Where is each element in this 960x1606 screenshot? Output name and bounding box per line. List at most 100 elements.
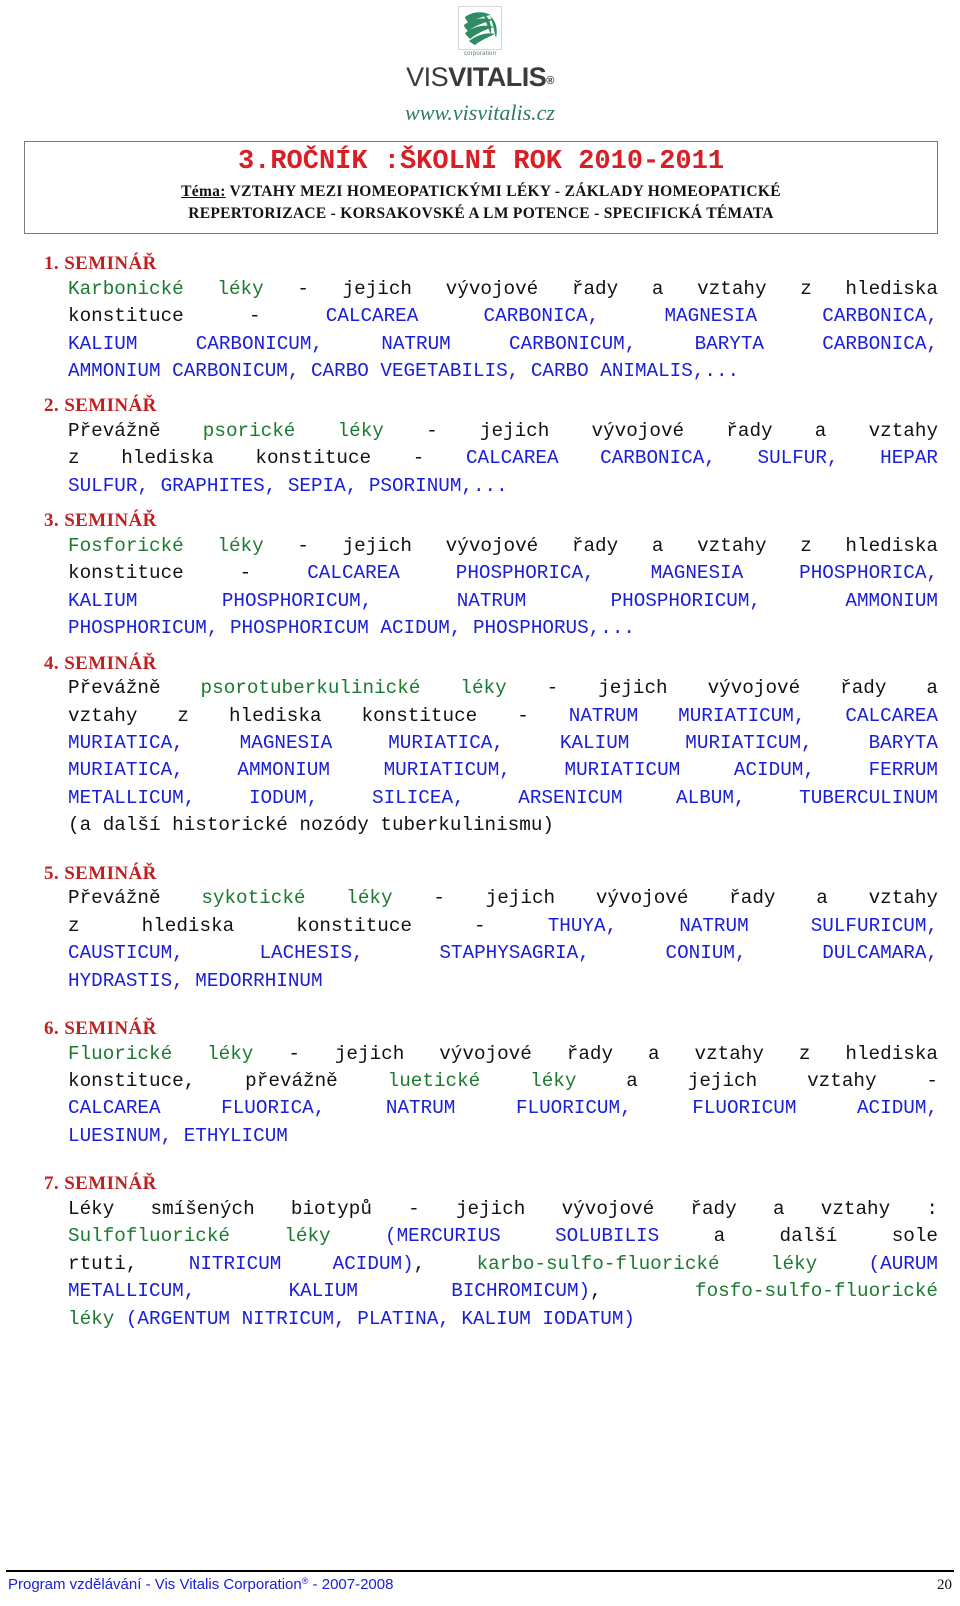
footer-copyright-text-2: - 2007-2008 bbox=[308, 1576, 394, 1593]
seminar-body: Léky smíšených biotypů - jejich vývojové… bbox=[0, 1196, 960, 1333]
seminar-text-line: konstituce - CALCAREA PHOSPHORICA, MAGNE… bbox=[68, 560, 938, 587]
registered-trademark-icon: ® bbox=[546, 75, 554, 87]
seminar-text-line: KALIUM PHOSPHORICUM, NATRUM PHOSPHORICUM… bbox=[68, 588, 938, 615]
seminar-text-line: CALCAREA FLUORICA, NATRUM FLUORICUM, FLU… bbox=[68, 1095, 938, 1122]
drug-class-term: Karbonické léky bbox=[68, 277, 264, 300]
logo-wordmark-vis: VIS bbox=[406, 62, 449, 92]
seminar-heading: 6. SEMINÁŘ bbox=[44, 1017, 157, 1039]
seminar-section: 3. SEMINÁŘ Fosforické léky - jejich vývoj… bbox=[0, 509, 960, 642]
seminar-text-line: METALLICUM, IODUM, SILICEA, ARSENICUM AL… bbox=[68, 785, 938, 812]
seminar-text-line: METALLICUM, KALIUM BICHROMICUM), fosfo-s… bbox=[68, 1278, 938, 1305]
drug-class-term: sykotické léky bbox=[201, 887, 393, 910]
remedy-name-term: PHOSPHORICUM, PHOSPHORICUM ACIDUM, PHOSP… bbox=[68, 617, 635, 640]
seminar-text-line: MURIATICA, MAGNESIA MURIATICA, KALIUM MU… bbox=[68, 730, 938, 757]
remedy-name-term: LUESINUM, ETHYLICUM bbox=[68, 1124, 288, 1147]
seminar-text-line: Fluorické léky - jejich vývojové řady a … bbox=[68, 1041, 938, 1068]
remedy-name-term: (AURUM bbox=[868, 1252, 938, 1275]
seminar-text-line: AMMONIUM CARBONICUM, CARBO VEGETABILIS, … bbox=[68, 358, 938, 385]
body-text-term: , bbox=[590, 1280, 696, 1303]
seminar-section: 1. SEMINÁŘ Karbonické léky - jejich vývoj… bbox=[0, 252, 960, 385]
brand-logo-block: corporation VISVITALIS® bbox=[0, 6, 960, 91]
remedy-name-term: THUYA, NATRUM SULFURICUM, bbox=[547, 914, 938, 937]
body-text-term: - jejich vývojové řady a bbox=[506, 677, 938, 700]
body-text-term: - jejich vývojové řady a vztahy bbox=[392, 887, 939, 910]
remedy-name-term: (ARGENTUM NITRICUM, PLATINA, KALIUM IODA… bbox=[125, 1307, 635, 1330]
footer-copyright-text-1: Program vzdělávání - Vis Vitalis Corpora… bbox=[8, 1576, 302, 1593]
body-text-term: z hlediska konstituce - bbox=[68, 447, 466, 470]
body-text-term: rtuti, bbox=[68, 1252, 189, 1275]
body-text-term: vztahy z hlediska konstituce - bbox=[68, 704, 569, 727]
remedy-name-term: HYDRASTIS, MEDORRHINUM bbox=[68, 969, 323, 992]
body-text-term: konstituce, převážně bbox=[68, 1070, 388, 1093]
seminar-text-line: (a další historické nozódy tuberkulinism… bbox=[68, 812, 938, 839]
logo-brush-mark-icon bbox=[458, 6, 502, 50]
body-text-term: konstituce - bbox=[68, 562, 308, 585]
seminar-text-line: z hlediska konstituce - CALCAREA CARBONI… bbox=[68, 445, 938, 472]
body-text-term: Léky smíšených biotypů - jejich vývojové… bbox=[68, 1198, 938, 1221]
seminar-body: Převážně psorotuberkulinické léky - jeji… bbox=[0, 675, 960, 839]
website-url: www.visvitalis.cz bbox=[405, 100, 555, 125]
footer-copyright: Program vzdělávání - Vis Vitalis Corpora… bbox=[8, 1576, 393, 1593]
drug-class-term: léky bbox=[68, 1307, 126, 1330]
seminar-text-line: HYDRASTIS, MEDORRHINUM bbox=[68, 968, 938, 995]
page-number: 20 bbox=[937, 1577, 952, 1593]
seminar-body: Převážně sykotické léky - jejich vývojov… bbox=[0, 885, 960, 995]
drug-class-term: luetické léky bbox=[387, 1070, 577, 1093]
seminar-text-line: rtuti, NITRICUM ACIDUM), karbo-sulfo-flu… bbox=[68, 1251, 938, 1278]
seminar-text-line: léky (ARGENTUM NITRICUM, PLATINA, KALIUM… bbox=[68, 1306, 938, 1333]
seminar-text-line: KALIUM CARBONICUM, NATRUM CARBONICUM, BA… bbox=[68, 331, 938, 358]
seminar-text-line: PHOSPHORICUM, PHOSPHORICUM ACIDUM, PHOSP… bbox=[68, 615, 938, 642]
drug-class-term: psorické léky bbox=[202, 420, 384, 443]
page-title: 3.ROČNÍK :ŠKOLNÍ ROK 2010-2011 bbox=[237, 147, 725, 177]
topic-text-1: VZTAHY MEZI HOMEOPATICKÝMI LÉKY - ZÁKLAD… bbox=[225, 183, 781, 201]
seminar-body: Fluorické léky - jejich vývojové řady a … bbox=[0, 1041, 960, 1151]
remedy-name-term: METALLICUM, KALIUM BICHROMICUM) bbox=[68, 1280, 591, 1303]
remedy-name-term: AMMONIUM CARBONICUM, CARBO VEGETABILIS, … bbox=[68, 359, 740, 382]
body-text-term: (a další historické nozódy tuberkulinism… bbox=[68, 814, 554, 837]
seminar-text-line: konstituce, převážně luetické léky a jej… bbox=[68, 1068, 938, 1095]
body-text-term: - jejich vývojové řady a vztahy z hledis… bbox=[253, 1042, 938, 1065]
body-text-term: a další sole bbox=[713, 1225, 938, 1248]
seminar-text-line: LUESINUM, ETHYLICUM bbox=[68, 1123, 938, 1150]
body-text-term: Převážně bbox=[68, 887, 202, 910]
body-text-term: z hlediska konstituce - bbox=[68, 914, 548, 937]
seminar-section: 7. SEMINÁŘ Léky smíšených biotypů - jejic… bbox=[0, 1172, 960, 1333]
body-text-term: - jejich vývojové řady a vztahy z hledis… bbox=[263, 534, 939, 557]
seminar-heading: 4. SEMINÁŘ bbox=[44, 652, 157, 674]
seminar-text-line: Léky smíšených biotypů - jejich vývojové… bbox=[68, 1196, 938, 1223]
title-box: 3.ROČNÍK :ŠKOLNÍ ROK 2010-2011 Téma: VZT… bbox=[24, 141, 938, 234]
seminar-text-line: Převážně sykotické léky - jejich vývojov… bbox=[68, 885, 938, 912]
body-text-term: - jejich vývojové řady a vztahy bbox=[383, 420, 939, 443]
topic-line-2: REPERTORIZACE - KORSAKOVSKÉ A LM POTENCE… bbox=[188, 205, 774, 223]
drug-class-term: karbo-sulfo-fluorické léky bbox=[476, 1252, 869, 1275]
drug-class-term: Fosforické léky bbox=[68, 534, 264, 557]
remedy-name-term: KALIUM PHOSPHORICUM, NATRUM PHOSPHORICUM… bbox=[68, 589, 938, 612]
seminar-section: 6. SEMINÁŘ Fluorické léky - jejich vývojo… bbox=[0, 1017, 960, 1150]
body-text-term: Převážně bbox=[68, 420, 203, 443]
remedy-name-term: MURIATICA, AMMONIUM MURIATICUM, MURIATIC… bbox=[68, 759, 938, 782]
seminar-text-line: Převážně psorické léky - jejich vývojové… bbox=[68, 418, 938, 445]
remedy-name-term: METALLICUM, IODUM, SILICEA, ARSENICUM AL… bbox=[68, 786, 938, 809]
drug-class-term: Sulfofluorické léky bbox=[68, 1225, 385, 1248]
remedy-name-term: NATRUM MURIATICUM, CALCAREA bbox=[568, 704, 938, 727]
seminar-heading: 2. SEMINÁŘ bbox=[44, 395, 157, 417]
seminar-body: Převážně psorické léky - jejich vývojové… bbox=[0, 418, 960, 500]
remedy-name-term: CALCAREA CARBONICA, SULFUR, HEPAR bbox=[465, 447, 938, 470]
drug-class-term: fosfo-sulfo-fluorické bbox=[695, 1280, 938, 1303]
logo-mark-wrapper: corporation bbox=[458, 6, 502, 57]
seminar-heading: 7. SEMINÁŘ bbox=[44, 1173, 157, 1195]
body-text-term: konstituce - bbox=[68, 305, 326, 328]
remedy-name-term: NITRICUM ACIDUM) bbox=[188, 1252, 414, 1275]
seminar-text-line: z hlediska konstituce - THUYA, NATRUM SU… bbox=[68, 913, 938, 940]
footer-divider bbox=[6, 1570, 954, 1572]
remedy-name-term: SULFUR, GRAPHITES, SEPIA, PSORINUM,... bbox=[68, 474, 508, 497]
seminar-body: Karbonické léky - jejich vývojové řady a… bbox=[0, 276, 960, 386]
logo-corporation-label: corporation bbox=[463, 51, 497, 57]
seminar-text-line: Karbonické léky - jejich vývojové řady a… bbox=[68, 276, 938, 303]
